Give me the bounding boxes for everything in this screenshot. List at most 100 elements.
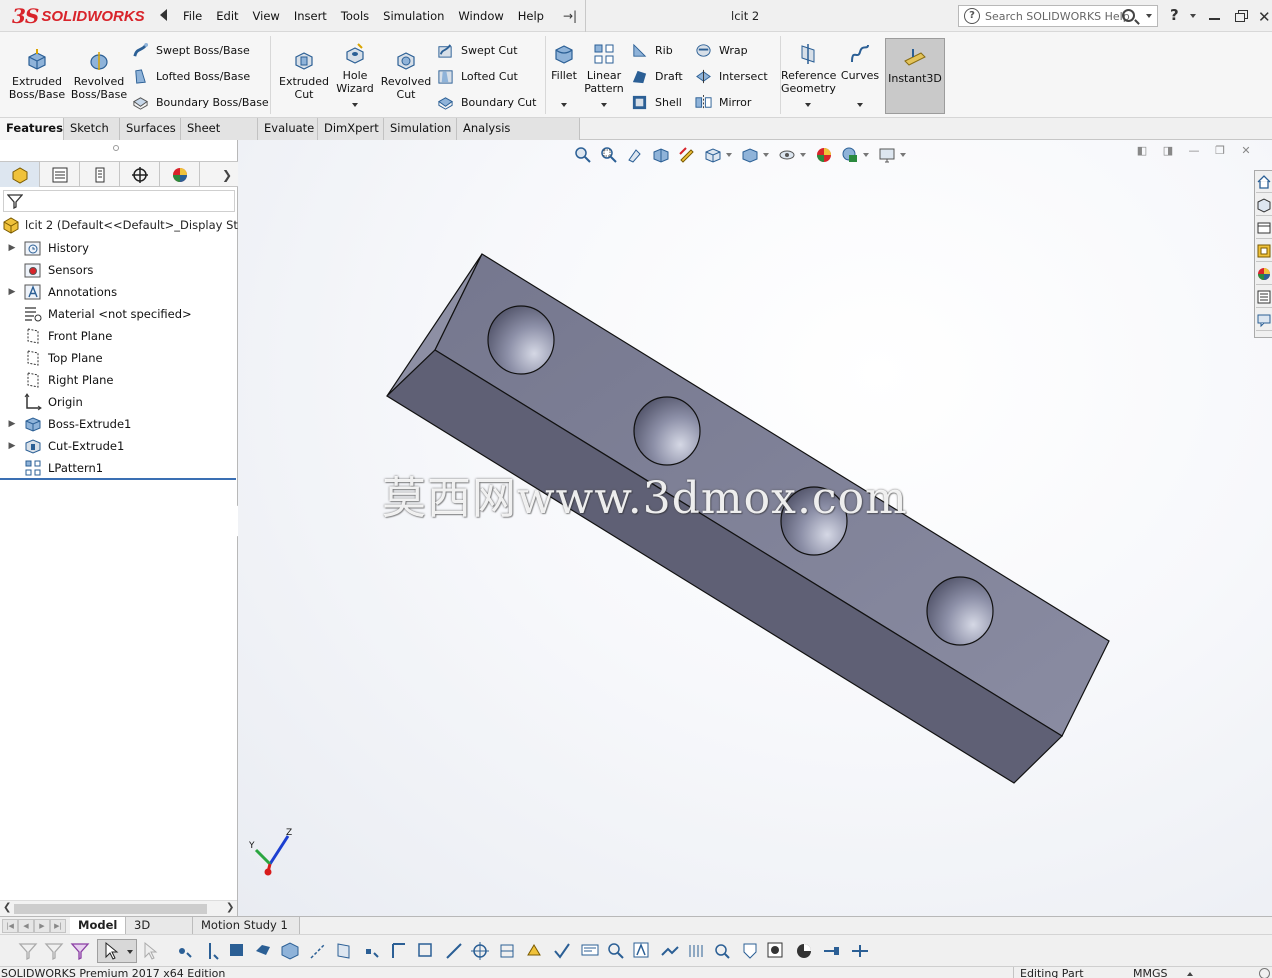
tree-item-boss-extrude1[interactable]: ▶ Boss-Extrude1 <box>0 413 236 435</box>
revolved-cut-button[interactable]: Revolved Cut <box>378 48 434 101</box>
close-window-icon[interactable]: ✕ <box>1258 8 1271 26</box>
filter-mate-reference-icon[interactable] <box>850 941 870 961</box>
task-pane-appearances-tab[interactable] <box>1256 263 1272 285</box>
filter-datum-feature-icon[interactable] <box>606 941 626 961</box>
clear-filters-icon[interactable] <box>44 941 64 961</box>
rib-button[interactable]: Rib <box>631 40 673 60</box>
linear-pattern-dropdown-icon[interactable] <box>601 103 607 107</box>
solidworks-logo[interactable]: 3S SOLIDWORKS <box>12 3 145 29</box>
filter-hatch-icon[interactable] <box>686 941 706 961</box>
filter-edges-icon[interactable] <box>202 941 222 961</box>
hole-feature[interactable] <box>487 305 555 375</box>
zoom-to-area-icon[interactable] <box>598 145 620 165</box>
hide-show-dropdown-icon[interactable] <box>800 153 806 157</box>
curves-dropdown-icon[interactable] <box>857 103 863 107</box>
intersect-button[interactable]: Intersect <box>695 66 768 86</box>
task-pane-custom-properties-tab[interactable] <box>1256 286 1272 308</box>
tree-root-part[interactable]: lcit 2 (Default<<Default>_Display State <box>2 215 257 235</box>
tab-analysis-preparation[interactable]: Analysis Preparation <box>457 118 580 156</box>
task-pane-resources-tab[interactable] <box>1256 194 1272 216</box>
tab-3d-views[interactable]: 3D Views <box>126 917 193 948</box>
tab-model[interactable]: Model <box>70 917 126 935</box>
zoom-to-fit-icon[interactable] <box>572 145 594 165</box>
extruded-cut-button[interactable]: Extruded Cut <box>276 48 332 101</box>
swept-boss-button[interactable]: Swept Boss/Base <box>132 40 250 60</box>
filter-dimensions-icon[interactable] <box>498 941 518 961</box>
hole-wizard-button[interactable]: Hole Wizard <box>332 42 378 95</box>
menu-tools[interactable]: Tools <box>334 9 376 23</box>
select-tool-button[interactable] <box>97 939 137 963</box>
filter-centerlines-icon[interactable] <box>470 941 490 961</box>
view-settings-dropdown-icon[interactable] <box>900 153 906 157</box>
fillet-button[interactable]: Fillet <box>548 42 580 82</box>
configuration-manager-tab[interactable] <box>80 162 120 187</box>
help-search-box[interactable]: ? Search SOLIDWORKS Help <box>958 5 1158 27</box>
reference-geometry-dropdown-icon[interactable] <box>805 103 811 107</box>
menu-view[interactable]: View <box>246 9 287 23</box>
select-tool-dropdown-icon[interactable] <box>127 950 133 954</box>
filter-cosmetic-thread-icon[interactable] <box>766 941 786 961</box>
filter-midpoints-icon[interactable] <box>416 941 436 961</box>
tree-item-history[interactable]: ▶ History <box>0 237 236 259</box>
filter-vertices-icon[interactable] <box>176 941 196 961</box>
minimize-window-icon[interactable] <box>1209 18 1220 20</box>
revolved-boss-button[interactable]: Revolved Boss/Base <box>70 48 128 101</box>
filter-annotation-text-icon[interactable] <box>632 941 652 961</box>
view-orientation-dropdown-icon[interactable] <box>726 153 732 157</box>
display-style-dropdown-icon[interactable] <box>763 153 769 157</box>
more-tabs-arrow-icon[interactable]: ❯ <box>222 168 232 182</box>
reference-geometry-button[interactable]: Reference Geometry <box>781 42 836 95</box>
restore-window-icon[interactable] <box>1235 10 1248 22</box>
tab-motion-study-1[interactable]: Motion Study 1 <box>193 917 300 935</box>
tab-sketch[interactable]: Sketch <box>64 118 120 140</box>
menu-simulation[interactable]: Simulation <box>376 9 451 23</box>
tree-item-origin[interactable]: Origin <box>0 391 236 413</box>
viewport-minimize-icon[interactable]: — <box>1188 144 1200 157</box>
filter-sketch-points-icon[interactable] <box>362 941 382 961</box>
display-manager-tab[interactable] <box>160 162 200 187</box>
shell-button[interactable]: Shell <box>631 92 682 112</box>
dynamic-annotation-icon[interactable] <box>676 145 698 165</box>
tree-item-right-plane[interactable]: Right Plane <box>0 369 236 391</box>
tree-item-cut-extrude1[interactable]: ▶ Cut-Extrude1 <box>0 435 236 457</box>
filter-surface-finish-icon[interactable] <box>524 941 544 961</box>
panel-grip-handle[interactable] <box>113 145 119 151</box>
tab-dimxpert[interactable]: DimXpert <box>318 118 384 140</box>
tab-sheet-metal[interactable]: Sheet Metal <box>181 118 258 156</box>
section-view-icon[interactable] <box>650 145 672 165</box>
graphics-viewport[interactable]: ◧ ◨ — ❐ ✕ 莫西网www.3dmox.com Y Z <box>238 140 1272 916</box>
tree-item-annotations[interactable]: ▶ Annotations <box>0 281 236 303</box>
unit-system-dropdown-icon[interactable] <box>1187 972 1193 976</box>
filter-toggle-icon[interactable] <box>18 941 38 961</box>
filter-dowel-pin-icon[interactable] <box>740 941 760 961</box>
hole-feature[interactable] <box>926 576 994 646</box>
pin-menu-icon[interactable]: →| <box>563 9 577 23</box>
task-pane-explorer-tab[interactable] <box>1256 240 1272 262</box>
mirror-button[interactable]: Mirror <box>695 92 751 112</box>
extruded-boss-button[interactable]: Extruded Boss/Base <box>8 48 66 101</box>
search-input[interactable]: Search SOLIDWORKS Help <box>985 10 1130 23</box>
hole-feature[interactable] <box>633 396 701 466</box>
lofted-cut-button[interactable]: Lofted Cut <box>437 66 518 86</box>
tile-left-icon[interactable]: ◧ <box>1136 144 1148 157</box>
curves-button[interactable]: Curves <box>839 42 881 82</box>
boundary-boss-button[interactable]: Boundary Boss/Base <box>132 92 269 112</box>
tab-surfaces[interactable]: Surfaces <box>120 118 181 140</box>
filter-axes-icon[interactable] <box>308 941 328 961</box>
tree-item-sensors[interactable]: Sensors <box>0 259 236 281</box>
help-button[interactable]: ? <box>1170 6 1179 24</box>
task-pane-library-tab[interactable] <box>1256 217 1272 239</box>
expand-arrow-icon[interactable]: ▶ <box>0 243 24 253</box>
viewport-close-icon[interactable]: ✕ <box>1240 144 1252 157</box>
tab-simulation[interactable]: Simulation <box>384 118 457 140</box>
filter-sketch-segments-icon[interactable] <box>390 941 410 961</box>
dimxpert-manager-tab[interactable] <box>120 162 160 187</box>
select-all-filters-icon[interactable] <box>70 941 90 961</box>
filter-faces-icon[interactable] <box>228 941 248 961</box>
menu-edit[interactable]: Edit <box>209 9 245 23</box>
scroll-left-icon[interactable]: ❮ <box>3 902 11 913</box>
unit-system-selector[interactable]: MMGS <box>1133 967 1168 978</box>
expand-arrow-icon[interactable]: ▶ <box>0 419 24 429</box>
expand-arrow-icon[interactable]: ▶ <box>0 441 24 451</box>
tree-item-top-plane[interactable]: Top Plane <box>0 347 236 369</box>
